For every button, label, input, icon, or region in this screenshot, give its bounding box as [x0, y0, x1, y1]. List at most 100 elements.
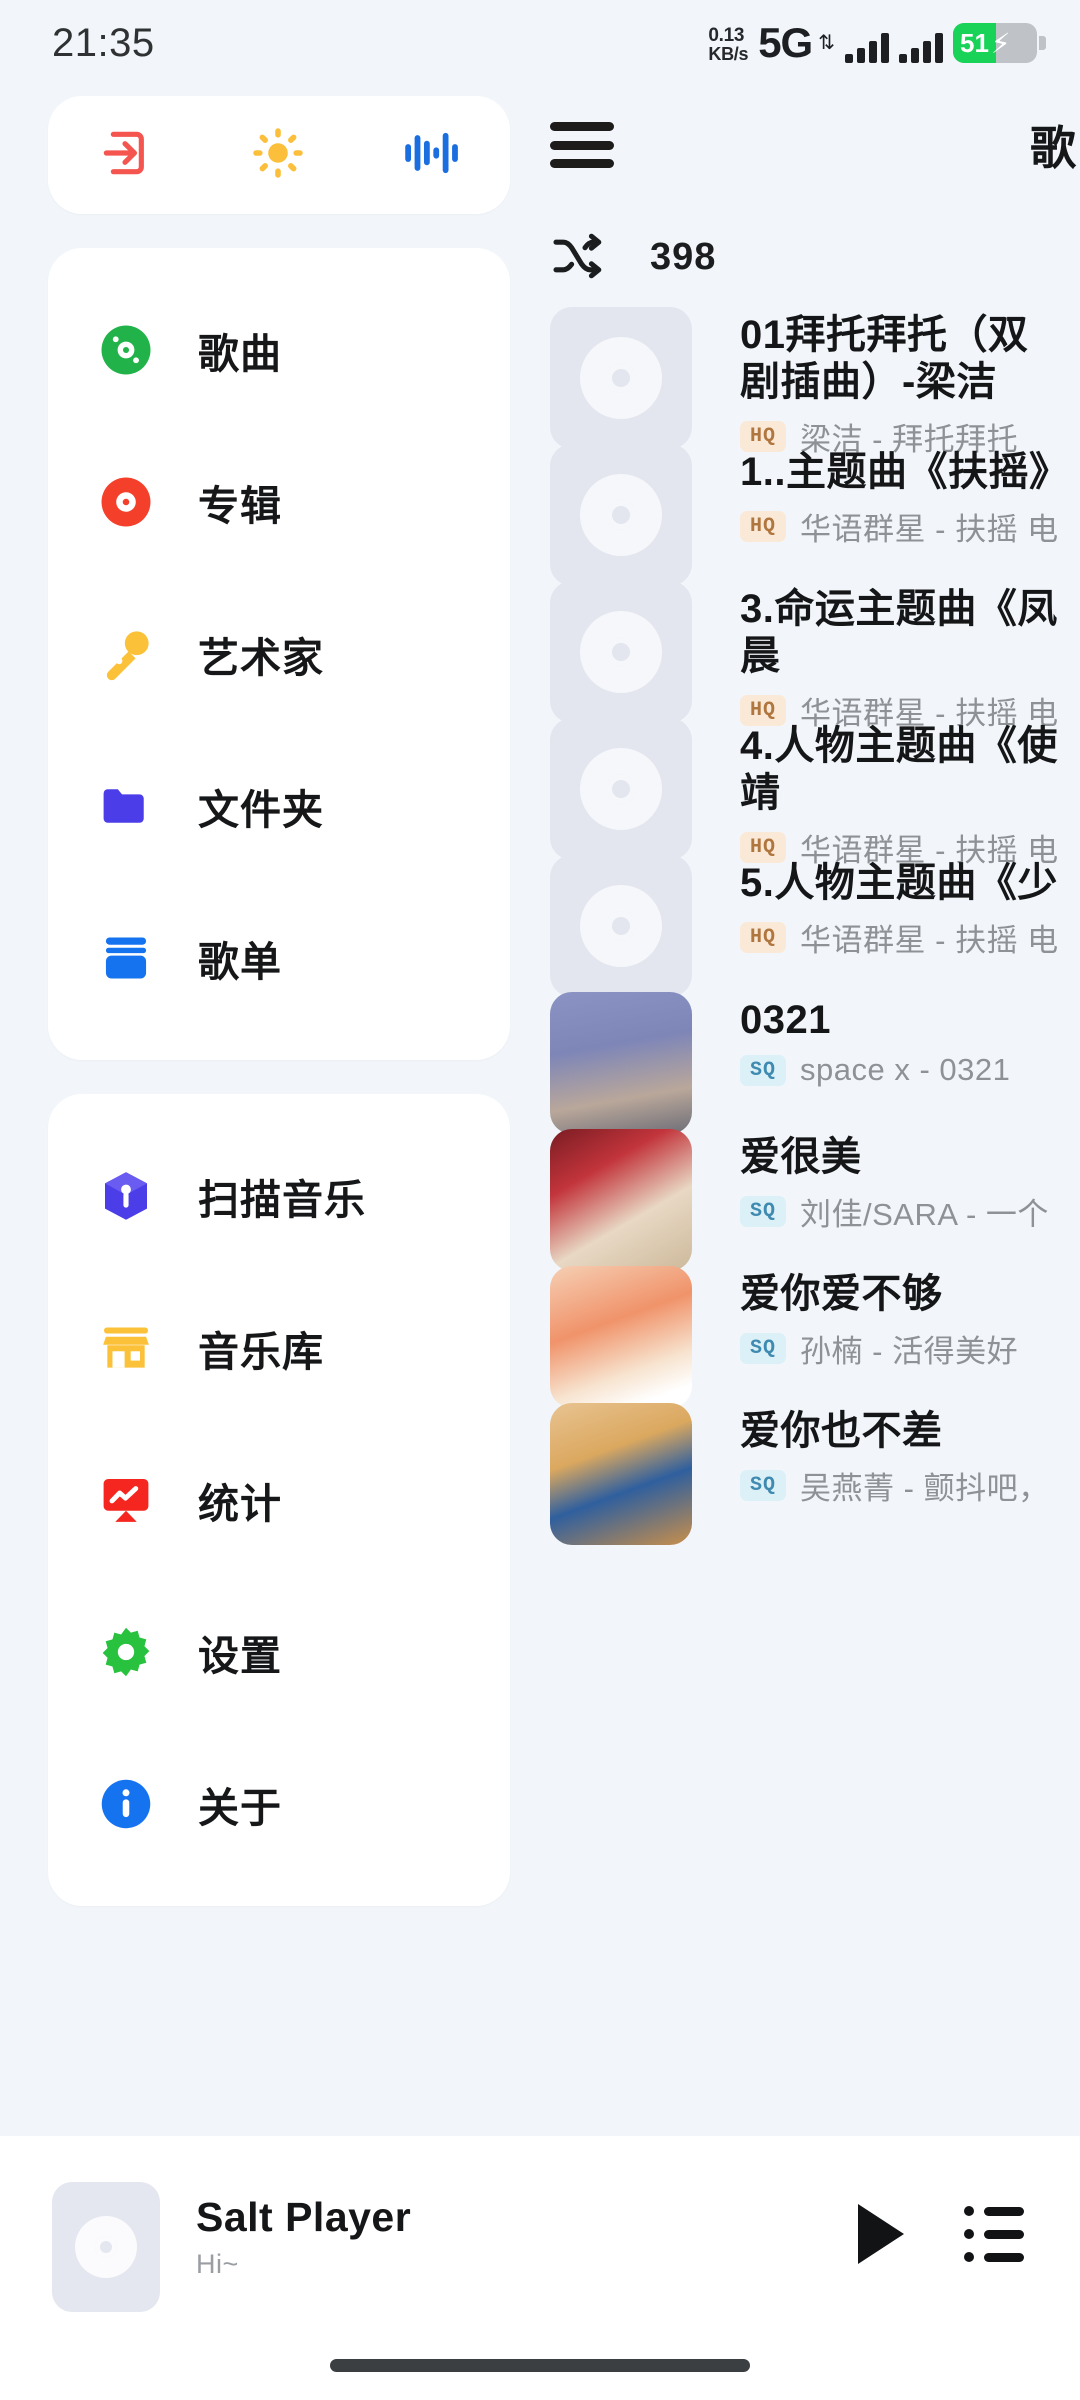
- secondary-nav-card: 扫描音乐 音乐库 统计 设置 关于: [48, 1094, 510, 1906]
- song-artwork: [550, 307, 692, 449]
- playlist-jar-icon: [96, 928, 156, 988]
- disc-red-icon: [96, 472, 156, 532]
- sidebar-item-folders[interactable]: 文件夹: [48, 730, 510, 882]
- song-artwork: [550, 581, 692, 723]
- sidebar-item-music-library[interactable]: 音乐库: [48, 1272, 510, 1424]
- song-list: 01拜托拜托（双 剧插曲）-梁洁 HQ 梁洁 - 拜托拜托 1..主题曲《扶摇》 HQ 华语…: [510, 307, 1080, 1545]
- song-list-item[interactable]: 5.人物主题曲《少 HQ 华语群星 - 扶摇 电: [550, 855, 1080, 997]
- page-title: 歌曲: [1030, 122, 1080, 174]
- song-artist-album: space x - 0321: [800, 1052, 1011, 1088]
- song-list-item[interactable]: 1..主题曲《扶摇》 HQ 华语群星 - 扶摇 电: [550, 444, 1080, 586]
- battery-cap: [1039, 36, 1046, 50]
- song-list-item[interactable]: 爱你爱不够 SQ 孙楠 - 活得美好: [550, 1266, 1080, 1408]
- song-subtitle-row: SQ 孙楠 - 活得美好: [740, 1326, 1018, 1371]
- theme-toggle-button[interactable]: [250, 125, 306, 186]
- song-meta: 1..主题曲《扶摇》 HQ 华语群星 - 扶摇 电: [740, 447, 1069, 549]
- song-title: 4.人物主题曲《使靖: [740, 724, 1058, 816]
- battery-indicator: 51 ⚡: [953, 23, 1037, 63]
- song-artist-album: 刘佳/SARA - 一个: [800, 1197, 1049, 1233]
- gesture-nav-bar: [330, 2359, 750, 2372]
- quality-badge: HQ: [740, 511, 787, 543]
- status-bar-indicators: 0.13 KB/s 5G ⇅ 51 ⚡: [708, 22, 1046, 64]
- mini-player-artwork[interactable]: [52, 2182, 160, 2312]
- sidebar: 歌曲 专辑 艺术家 文件夹 歌单 扫描音乐 音乐库 统计 设置 关于: [0, 86, 510, 2136]
- sidebar-item-albums[interactable]: 专辑: [48, 426, 510, 578]
- song-title: 5.人物主题曲《少: [740, 861, 1058, 905]
- folder-icon: [96, 776, 156, 836]
- sidebar-item-label: 统计: [198, 1481, 282, 1527]
- mini-player-meta: Salt Player Hi~: [196, 2182, 858, 2280]
- disc-placeholder-icon: [75, 2216, 137, 2278]
- song-meta: 3.命运主题曲《凤晨 HQ 华语群星 - 扶摇 电: [740, 584, 1059, 733]
- info-icon: [96, 1774, 156, 1834]
- song-artist-album: 华语群星 - 扶摇 电: [800, 512, 1059, 548]
- song-artwork: [550, 1403, 692, 1545]
- quality-badge: SQ: [740, 1196, 787, 1228]
- content-top-bar: 歌曲: [510, 86, 1080, 204]
- shuffle-icon[interactable]: [550, 233, 610, 281]
- data-transfer-arrows-icon: ⇅: [818, 32, 835, 54]
- sidebar-item-scan-music[interactable]: 扫描音乐: [48, 1120, 510, 1272]
- song-artist-album: 孙楠 - 活得美好: [800, 1334, 1019, 1370]
- song-artwork: [550, 1266, 692, 1408]
- song-list-item[interactable]: 01拜托拜托（双 剧插曲）-梁洁 HQ 梁洁 - 拜托拜托: [550, 307, 1080, 457]
- song-list-item[interactable]: 爱你也不差 SQ 吴燕菁 - 颤抖吧，: [550, 1403, 1080, 1545]
- battery-percent-label: 51: [960, 27, 989, 58]
- network-speed-value: 0.13: [708, 25, 745, 46]
- sidebar-item-label: 设置: [198, 1633, 282, 1679]
- song-subtitle-row: HQ 华语群星 - 扶摇 电: [740, 504, 1069, 549]
- song-title: 爱很美: [740, 1135, 862, 1179]
- song-meta: 爱很美 SQ 刘佳/SARA - 一个: [740, 1132, 1049, 1234]
- song-meta: 爱你爱不够 SQ 孙楠 - 活得美好: [740, 1269, 1018, 1371]
- song-title: 爱你爱不够: [740, 1272, 943, 1316]
- queue-list-icon[interactable]: [964, 2206, 1024, 2262]
- status-bar-clock: 21:35: [52, 20, 155, 65]
- song-title: 3.命运主题曲《凤晨: [740, 587, 1058, 679]
- disc-placeholder-icon: [580, 474, 662, 556]
- store-icon: [96, 1318, 156, 1378]
- song-list-item[interactable]: 爱很美 SQ 刘佳/SARA - 一个: [550, 1129, 1080, 1271]
- song-subtitle-row: HQ 华语群星 - 扶摇 电: [740, 915, 1059, 960]
- song-artwork: [550, 718, 692, 860]
- disc-green-icon: [96, 320, 156, 380]
- mini-player-title: Salt Player: [196, 2194, 412, 2240]
- song-list-item[interactable]: 0321 SQ space x - 0321: [550, 992, 1080, 1134]
- sidebar-item-about[interactable]: 关于: [48, 1728, 510, 1880]
- mini-player-subtitle: Hi~: [196, 2249, 239, 2279]
- play-icon[interactable]: [858, 2204, 904, 2264]
- status-bar: 21:35 0.13 KB/s 5G ⇅ 51 ⚡: [0, 0, 1080, 86]
- song-subtitle-row: SQ 刘佳/SARA - 一个: [740, 1189, 1049, 1234]
- network-speed-indicator: 0.13 KB/s: [708, 26, 748, 63]
- sidebar-item-statistics[interactable]: 统计: [48, 1424, 510, 1576]
- primary-nav-card: 歌曲 专辑 艺术家 文件夹 歌单: [48, 248, 510, 1060]
- exit-button[interactable]: [97, 125, 153, 186]
- sidebar-item-settings[interactable]: 设置: [48, 1576, 510, 1728]
- sidebar-item-playlists[interactable]: 歌单: [48, 882, 510, 1034]
- quality-badge: HQ: [740, 922, 787, 954]
- disc-placeholder-icon: [580, 611, 662, 693]
- gear-icon: [96, 1622, 156, 1682]
- microphone-icon: [96, 624, 156, 684]
- song-meta: 4.人物主题曲《使靖 HQ 华语群星 - 扶摇 电: [740, 721, 1059, 870]
- song-title: 1..主题曲《扶摇》: [740, 450, 1070, 494]
- sidebar-item-label: 音乐库: [198, 1329, 324, 1375]
- song-list-item[interactable]: 4.人物主题曲《使靖 HQ 华语群星 - 扶摇 电: [550, 718, 1080, 868]
- scan-cube-icon: [96, 1166, 156, 1226]
- song-list-item[interactable]: 3.命运主题曲《凤晨 HQ 华语群星 - 扶摇 电: [550, 581, 1080, 731]
- sidebar-item-label: 艺术家: [198, 635, 324, 681]
- charging-bolt-icon: ⚡: [990, 27, 1011, 59]
- sidebar-item-songs[interactable]: 歌曲: [48, 274, 510, 426]
- song-meta: 爱你也不差 SQ 吴燕菁 - 颤抖吧，: [740, 1406, 1050, 1508]
- song-artwork: [550, 992, 692, 1134]
- song-title: 0321: [740, 998, 831, 1042]
- sidebar-item-artists[interactable]: 艺术家: [48, 578, 510, 730]
- song-meta: 01拜托拜托（双 剧插曲）-梁洁 HQ 梁洁 - 拜托拜托: [740, 310, 1029, 459]
- song-subtitle-row: SQ space x - 0321: [740, 1052, 1010, 1088]
- sidebar-item-label: 文件夹: [198, 787, 324, 833]
- shuffle-row[interactable]: 398: [510, 204, 1080, 310]
- mini-player-bar[interactable]: Salt Player Hi~: [0, 2136, 1080, 2400]
- hamburger-icon[interactable]: [550, 122, 614, 168]
- equalizer-button[interactable]: [403, 125, 461, 186]
- chart-board-icon: [96, 1470, 156, 1530]
- song-artwork: [550, 1129, 692, 1271]
